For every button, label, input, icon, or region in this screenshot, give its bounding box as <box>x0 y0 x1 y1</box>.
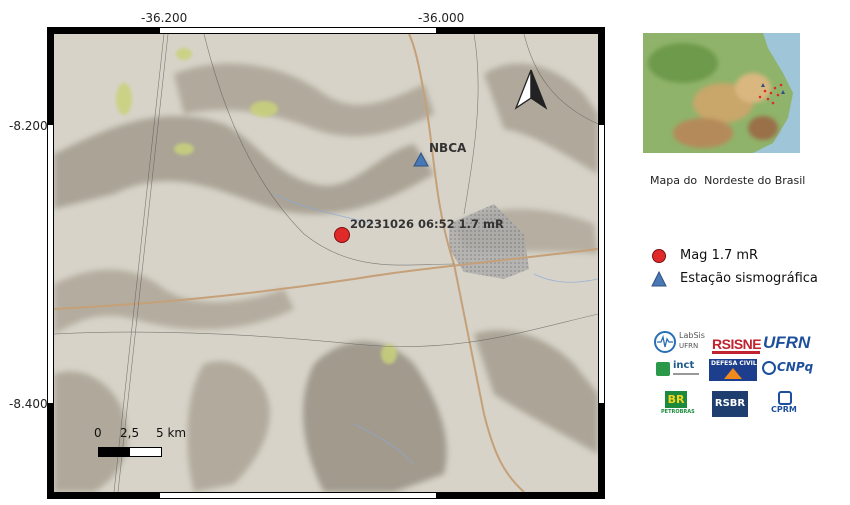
event-epicenter-icon[interactable] <box>333 226 351 244</box>
rsbr-logo: RSBR <box>712 391 748 417</box>
north-arrow-icon <box>514 69 548 110</box>
inct-logo: inct <box>656 360 700 380</box>
cprm-emblem-icon <box>778 391 792 405</box>
inset-brazil-relief <box>643 33 793 153</box>
y-tick-label: -8.400 <box>9 397 48 411</box>
legend-blue-triangle-icon <box>651 271 667 287</box>
legend-label-event: Mag 1.7 mR <box>680 248 759 263</box>
inct-text: inct <box>673 360 695 371</box>
x-tick-label: -36.000 <box>418 11 465 25</box>
cnpq-text: CNPq <box>777 360 814 374</box>
inset-map <box>643 33 800 153</box>
defesa-triangle-icon <box>724 368 742 379</box>
y-tick-label: -8.200 <box>9 119 48 133</box>
scale-tick-label: 2,5 <box>120 426 140 440</box>
station-triangle-icon[interactable] <box>413 152 429 167</box>
defesa-civil-logo: DEFESA CIVIL <box>709 359 757 381</box>
scale-tick-label: 5 km <box>156 426 187 440</box>
terrain-map[interactable]: NBCA 20231026 06:52 1.7 mR 0 2,5 5 km <box>54 34 598 492</box>
cprm-logo: CPRM <box>765 391 805 417</box>
x-tick-label: -36.200 <box>141 11 188 25</box>
labsis-sub-text: UFRN <box>679 342 699 350</box>
legend-red-circle-icon <box>652 249 666 263</box>
petrobras-logo: BR PETROBRAS <box>661 391 695 415</box>
ufrn-logo: UFRN <box>763 333 811 352</box>
cnpq-swirl-icon <box>762 361 776 375</box>
legend-label-station: Estação sismográfica <box>680 271 818 286</box>
labsis-text: LabSis <box>679 331 705 340</box>
event-label: 20231026 06:52 1.7 mR <box>350 217 504 231</box>
labsis-seismogram-icon <box>654 331 676 353</box>
scale-tick-label: 0 <box>94 426 102 440</box>
cnpq-logo: CNPq <box>762 359 814 379</box>
rsisne-logo: RSISNE <box>712 336 762 352</box>
labsis-logo: LabSis UFRN <box>654 329 705 355</box>
station-label: NBCA <box>429 141 467 155</box>
inset-caption: Mapa do Nordeste do Brasil <box>650 174 806 187</box>
